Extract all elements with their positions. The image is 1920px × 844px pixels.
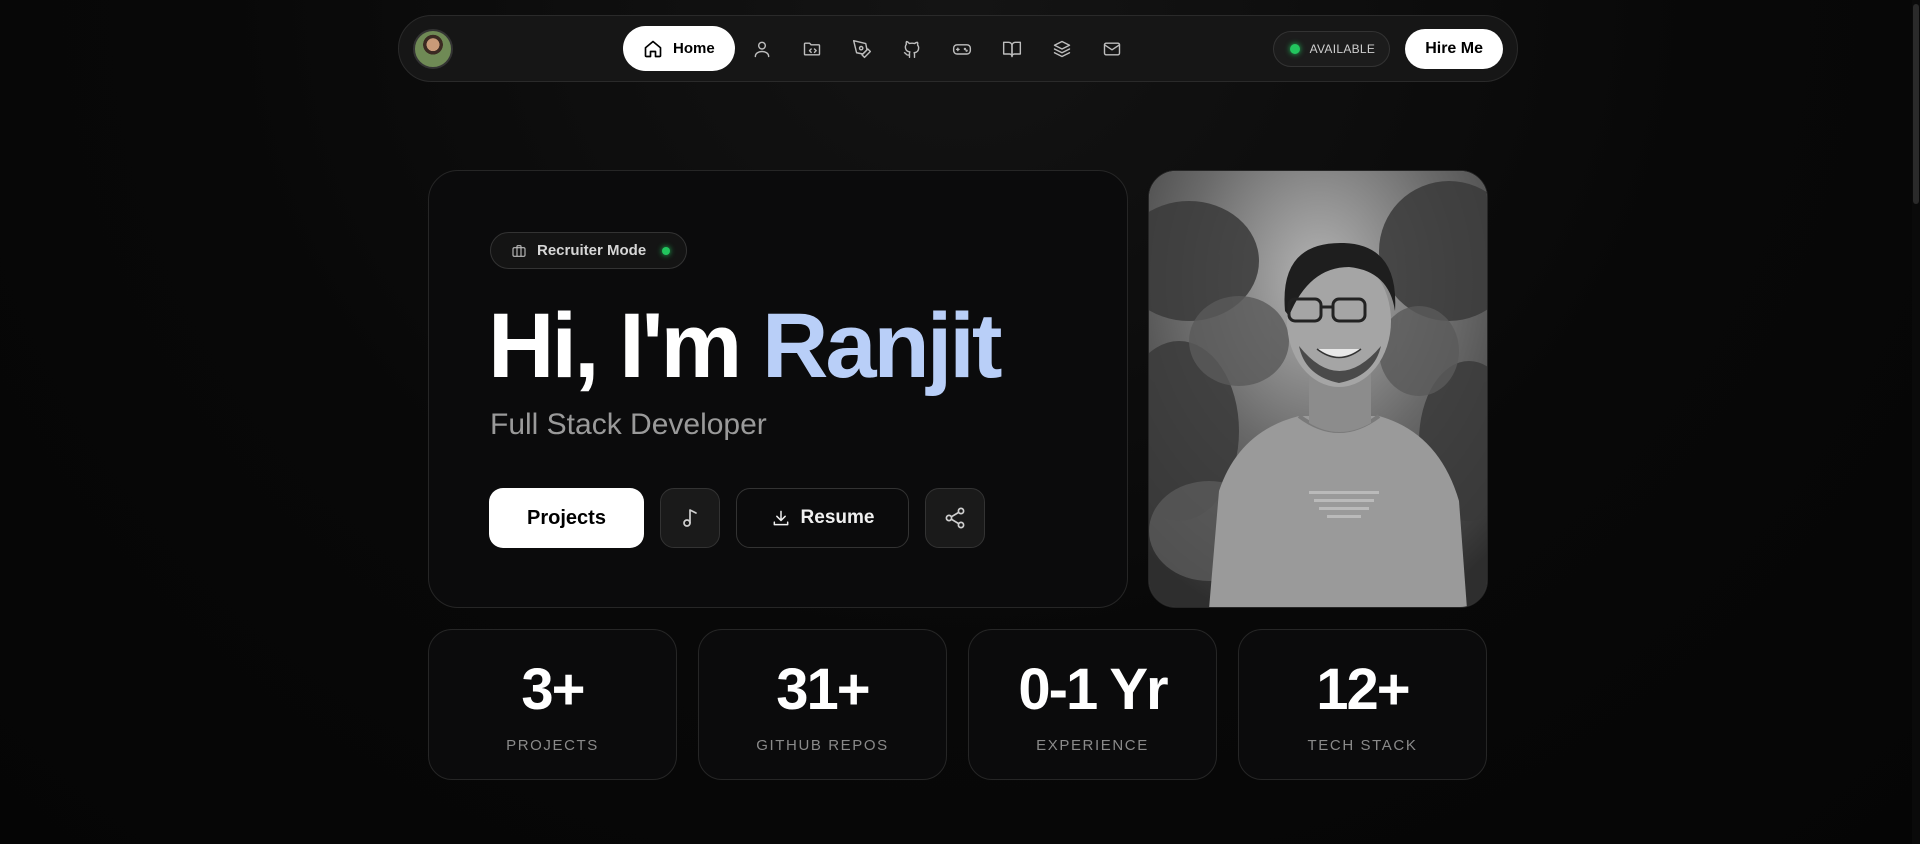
github-icon (903, 40, 920, 58)
nav-stack-button[interactable] (1039, 26, 1085, 71)
nav-about-button[interactable] (739, 26, 785, 71)
gamepad-icon (952, 43, 971, 55)
stat-value: 31+ (776, 657, 870, 722)
nav-home-button[interactable]: Home (623, 26, 735, 71)
status-dot (1289, 44, 1300, 54)
recruiter-mode-toggle[interactable]: Recruiter Mode (490, 232, 688, 269)
stat-label: EXPERIENCE (1036, 737, 1149, 754)
stat-label: PROJECTS (506, 737, 599, 754)
resume-button[interactable]: Resume (736, 488, 909, 548)
stat-card-projects: 3+ PROJECTS (428, 629, 677, 780)
page-scrollbar[interactable] (1912, 0, 1920, 844)
nav-projects-button[interactable] (789, 26, 835, 71)
profile-photo (1148, 170, 1488, 608)
availability-text: AVAILABLE (1309, 42, 1376, 56)
nav-links: Home (623, 26, 1135, 71)
music-note-icon (683, 509, 697, 527)
recruiter-mode-label: Recruiter Mode (537, 242, 647, 259)
nav-github-button[interactable] (889, 26, 935, 71)
stats-row: 3+ PROJECTS 31+ GITHUB REPOS 0-1 Yr EXPE… (428, 629, 1487, 780)
stat-value: 0-1 Yr (1018, 657, 1168, 722)
share-icon (945, 507, 965, 529)
projects-button[interactable]: Projects (489, 488, 644, 548)
hire-me-button[interactable]: Hire Me (1405, 29, 1503, 69)
hero-actions: Projects Resume (489, 488, 985, 548)
recruiter-status-dot (662, 246, 671, 255)
pen-tool-icon (852, 39, 871, 58)
music-button[interactable] (660, 488, 720, 548)
nav-blog-button[interactable] (839, 26, 885, 71)
share-button[interactable] (925, 488, 985, 548)
scrollbar-thumb[interactable] (1913, 4, 1919, 204)
briefcase-icon (512, 244, 526, 257)
nav-right: AVAILABLE Hire Me (1272, 29, 1503, 69)
avatar[interactable] (413, 28, 453, 69)
mail-icon (1103, 41, 1120, 56)
download-icon (773, 510, 788, 526)
book-open-icon (1002, 41, 1021, 57)
top-navbar: Home AVAILABLE Hire Me (398, 15, 1518, 82)
profile-photo-illustration (1149, 171, 1487, 607)
hero-headline: Hi, I'm Ranjit (488, 291, 1003, 401)
hero-subtitle: Full Stack Developer (490, 408, 767, 441)
stat-card-github-repos: 31+ GITHUB REPOS (698, 629, 947, 780)
hero-card: Recruiter Mode Hi, I'm Ranjit Full Stack… (428, 170, 1128, 608)
stat-card-experience: 0-1 Yr EXPERIENCE (968, 629, 1217, 780)
greeting-text: Hi, I'm (488, 295, 742, 397)
layers-icon (1053, 40, 1070, 57)
stat-value: 12+ (1316, 657, 1410, 722)
nav-home-label: Home (673, 40, 715, 57)
folder-code-icon (803, 41, 820, 56)
resume-label: Resume (800, 507, 875, 528)
nav-games-button[interactable] (939, 26, 985, 71)
home-icon (644, 40, 662, 57)
nav-reading-button[interactable] (989, 26, 1035, 71)
hero-name: Ranjit (761, 295, 1003, 397)
availability-badge: AVAILABLE (1272, 31, 1391, 67)
stat-value: 3+ (521, 657, 585, 722)
nav-contact-button[interactable] (1089, 26, 1135, 71)
stat-label: GITHUB REPOS (756, 737, 889, 754)
stat-card-tech-stack: 12+ TECH STACK (1238, 629, 1487, 780)
stat-label: TECH STACK (1307, 737, 1418, 754)
user-icon (754, 41, 770, 57)
